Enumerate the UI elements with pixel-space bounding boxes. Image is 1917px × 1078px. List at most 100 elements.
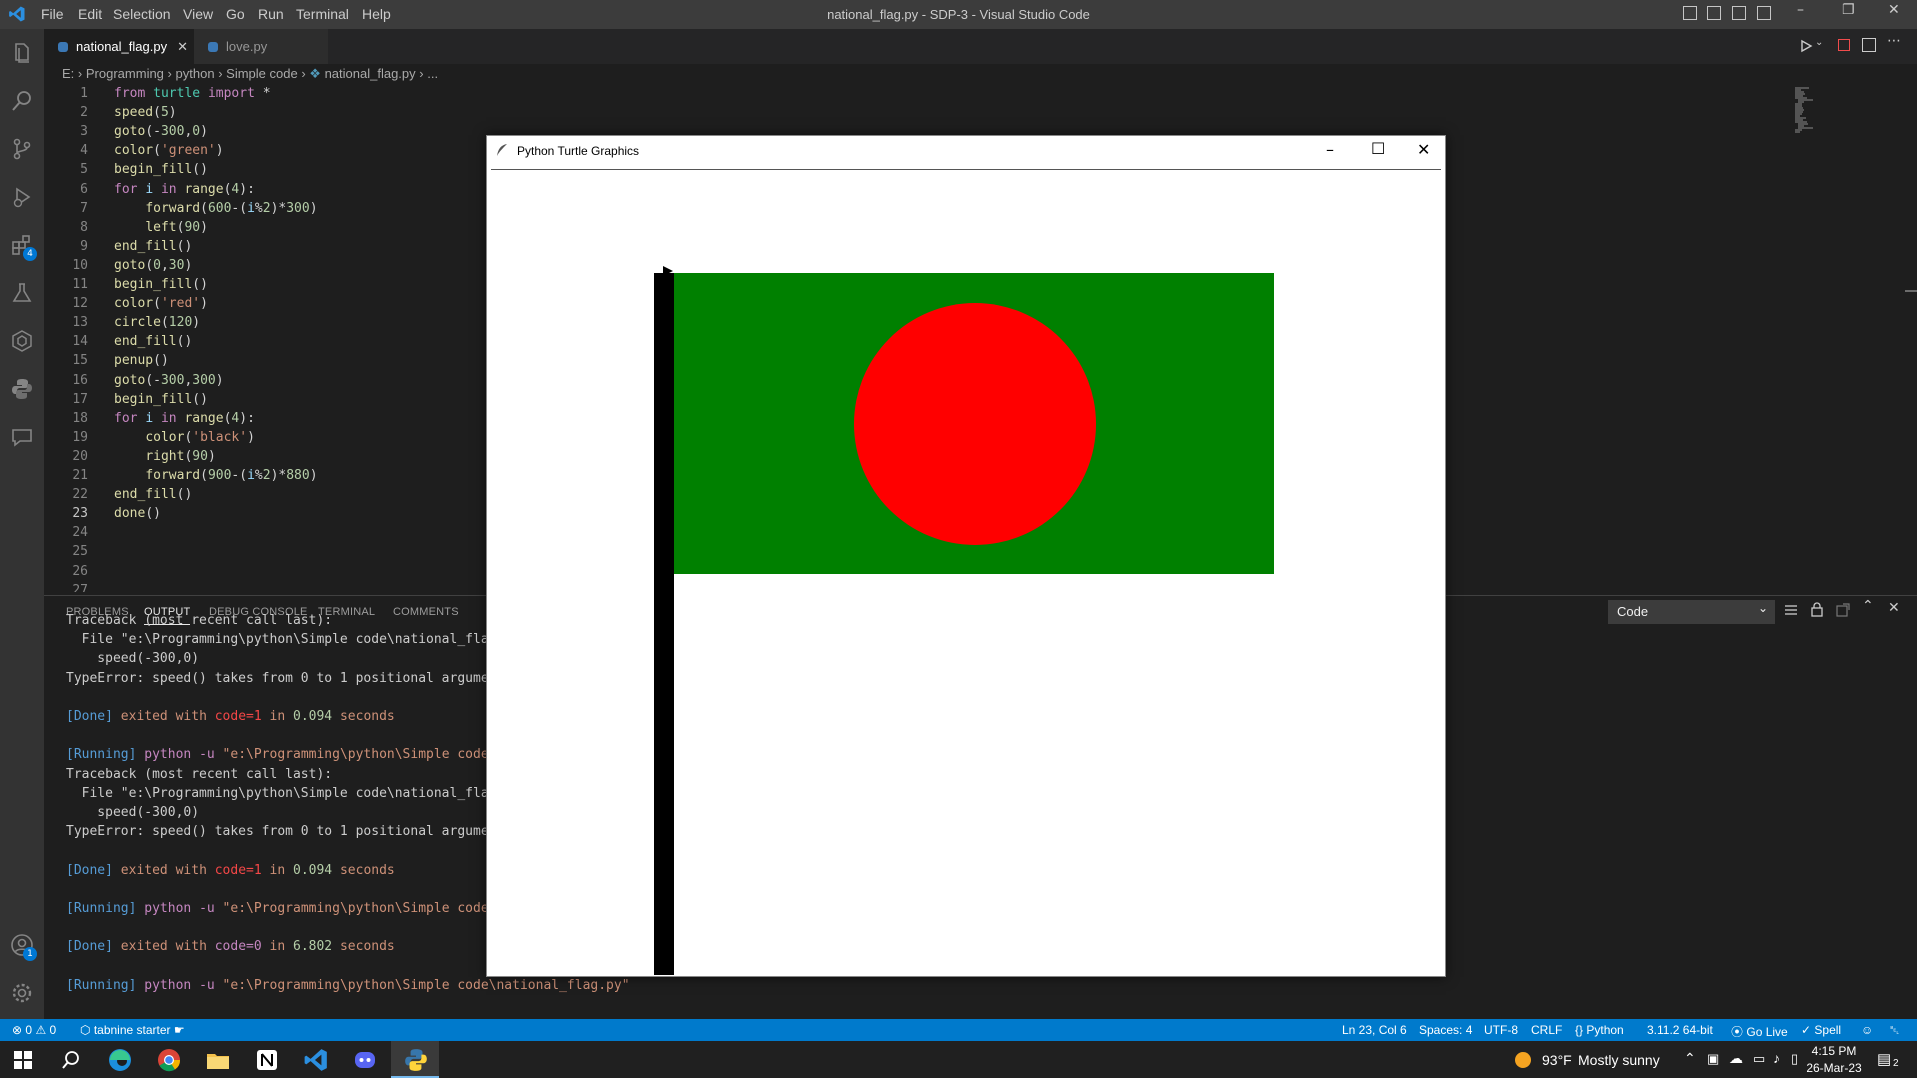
run-dropdown-icon[interactable]: ⌄ xyxy=(1815,37,1823,48)
turtle-graphics-window[interactable]: Python Turtle Graphics – ☐ ✕ xyxy=(486,135,1446,977)
breadcrumb-python[interactable]: python xyxy=(176,66,215,81)
tab-national-flag[interactable]: national_flag.py ✕ xyxy=(44,29,208,64)
code-line[interactable]: color('red') xyxy=(114,296,208,311)
output-line[interactable]: [Done] exited with code=0 in 6.802 secon… xyxy=(66,939,395,954)
toggle-secondary-sidebar-icon[interactable] xyxy=(1732,6,1746,20)
clock-date[interactable]: 26-Mar-23 xyxy=(1804,1061,1864,1075)
more-actions-icon[interactable]: ⋯ xyxy=(1887,33,1901,49)
restore-icon[interactable]: ❐ xyxy=(1842,2,1855,18)
output-line[interactable]: File "e:\Programming\python\Simple code\… xyxy=(66,632,497,647)
windows-start-icon[interactable] xyxy=(10,1047,36,1073)
tab-love[interactable]: love.py xyxy=(194,29,328,64)
settings-icon[interactable] xyxy=(10,981,34,1005)
customize-layout-icon[interactable] xyxy=(1757,6,1771,20)
spell-check[interactable]: ✓ Spell xyxy=(1801,1023,1841,1037)
code-line[interactable]: penup() xyxy=(114,353,169,368)
breadcrumb-file[interactable]: national_flag.py xyxy=(325,66,416,81)
code-line[interactable]: forward(600-(i%2)*300) xyxy=(114,201,317,216)
code-line[interactable]: for i in range(4): xyxy=(114,182,255,197)
network-icon[interactable]: ▭ xyxy=(1753,1051,1765,1067)
weather-sunny-icon[interactable] xyxy=(1512,1050,1534,1070)
output-line[interactable]: Traceback (most recent call last): xyxy=(66,613,332,628)
panel-tab-comments[interactable]: COMMENTS xyxy=(393,606,459,618)
edge-icon[interactable] xyxy=(107,1047,133,1073)
breadcrumb-drive[interactable]: E: xyxy=(62,66,74,81)
close-icon[interactable]: ✕ xyxy=(1888,2,1900,18)
clock-time[interactable]: 4:15 PM xyxy=(1804,1044,1864,1058)
problems-status[interactable]: ⊗ 0 ⚠ 0 xyxy=(12,1023,56,1037)
run-file-icon[interactable] xyxy=(1799,39,1813,53)
turtle-minimize-icon[interactable]: – xyxy=(1326,140,1334,159)
split-editor-icon[interactable] xyxy=(1862,38,1876,52)
breadcrumb-symbol[interactable]: ... xyxy=(427,66,438,81)
output-line[interactable]: [Running] python -u "e:\Programming\pyth… xyxy=(66,747,496,762)
code-line[interactable]: begin_fill() xyxy=(114,392,208,407)
output-line[interactable]: [Done] exited with code=1 in 0.094 secon… xyxy=(66,863,395,878)
output-line[interactable]: TypeError: speed() takes from 0 to 1 pos… xyxy=(66,671,496,686)
output-line[interactable]: TypeError: speed() takes from 0 to 1 pos… xyxy=(66,824,496,839)
output-line[interactable]: speed(-300,0) xyxy=(66,651,199,666)
notion-icon[interactable] xyxy=(254,1047,280,1073)
maximize-panel-icon[interactable]: ⌃ xyxy=(1862,598,1874,614)
battery-icon[interactable]: ▯ xyxy=(1791,1051,1798,1067)
volume-icon[interactable]: ♪ xyxy=(1773,1050,1780,1066)
output-line[interactable]: [Running] python -u "e:\Programming\pyth… xyxy=(66,901,496,916)
code-line[interactable]: for i in range(4): xyxy=(114,411,255,426)
notifications-bell-icon[interactable]: ␇ xyxy=(1890,1023,1900,1038)
turtle-close-icon[interactable]: ✕ xyxy=(1417,140,1430,159)
taskbar-search-icon[interactable] xyxy=(58,1047,84,1073)
code-line[interactable]: forward(900-(i%2)*880) xyxy=(114,468,317,483)
code-line[interactable]: right(90) xyxy=(114,449,215,464)
explorer-icon[interactable] xyxy=(10,41,34,65)
python-icon[interactable] xyxy=(403,1047,429,1073)
weather-text[interactable]: Mostly sunny xyxy=(1578,1052,1660,1068)
output-line[interactable]: Traceback (most recent call last): xyxy=(66,767,332,782)
code-line[interactable]: from turtle import * xyxy=(114,86,271,101)
code-line[interactable]: goto(-300,0) xyxy=(114,124,208,139)
output-line[interactable]: File "e:\Programming\python\Simple code\… xyxy=(66,786,497,801)
remote-icon[interactable] xyxy=(10,329,34,353)
code-line[interactable]: end_fill() xyxy=(114,487,192,502)
chrome-icon[interactable] xyxy=(156,1047,182,1073)
tabnine-status[interactable]: ⬡ tabnine starter ☛ xyxy=(80,1023,185,1037)
file-explorer-icon[interactable] xyxy=(205,1047,231,1073)
output-line[interactable]: [Running] python -u "e:\Programming\pyth… xyxy=(66,978,630,993)
open-output-editor-icon[interactable] xyxy=(1836,603,1850,617)
notification-center-icon[interactable]: ▤ xyxy=(1877,1050,1891,1068)
tray-app-icon[interactable]: ▣ xyxy=(1707,1051,1719,1067)
minimize-icon[interactable]: – xyxy=(1797,2,1804,18)
code-line[interactable]: done() xyxy=(114,506,161,521)
tab-close-icon[interactable]: ✕ xyxy=(177,39,188,55)
output-line[interactable]: [Done] exited with code=1 in 0.094 secon… xyxy=(66,709,395,724)
breadcrumb-programming[interactable]: Programming xyxy=(86,66,164,81)
minimap[interactable] xyxy=(1795,86,1825,136)
feedback-icon[interactable]: ☺ xyxy=(1861,1023,1873,1037)
testing-icon[interactable] xyxy=(10,281,34,305)
encoding[interactable]: UTF-8 xyxy=(1484,1023,1518,1037)
tray-chevron-up-icon[interactable]: ⌃ xyxy=(1684,1050,1696,1067)
code-line[interactable]: end_fill() xyxy=(114,334,192,349)
toggle-panel-icon[interactable] xyxy=(1707,6,1721,20)
weather-temp[interactable]: 93°F xyxy=(1542,1052,1572,1068)
indentation[interactable]: Spaces: 4 xyxy=(1419,1023,1472,1037)
comments-icon[interactable] xyxy=(10,425,34,449)
python-interpreter[interactable]: 3.11.2 64-bit xyxy=(1647,1023,1713,1037)
output-channel-select[interactable]: Code ⌄ xyxy=(1608,600,1775,624)
code-line[interactable]: color('green') xyxy=(114,143,224,158)
close-panel-icon[interactable]: ✕ xyxy=(1888,600,1900,616)
clear-output-icon[interactable] xyxy=(1784,603,1798,617)
code-line[interactable]: speed(5) xyxy=(114,105,177,120)
vscode-icon[interactable] xyxy=(303,1047,329,1073)
discord-icon[interactable] xyxy=(352,1047,378,1073)
code-line[interactable]: left(90) xyxy=(114,220,208,235)
lock-scroll-icon[interactable] xyxy=(1810,602,1824,617)
go-live[interactable]: ⦿ Go Live xyxy=(1731,1023,1788,1040)
turtle-window-titlebar[interactable]: Python Turtle Graphics – ☐ ✕ xyxy=(487,136,1445,166)
breadcrumb-simple-code[interactable]: Simple code xyxy=(226,66,298,81)
turtle-maximize-icon[interactable]: ☐ xyxy=(1371,139,1385,158)
code-line[interactable]: end_fill() xyxy=(114,239,192,254)
cursor-position[interactable]: Ln 23, Col 6 xyxy=(1342,1023,1407,1037)
python-icon[interactable] xyxy=(10,377,34,401)
onedrive-icon[interactable]: ☁ xyxy=(1729,1050,1743,1067)
code-line[interactable]: circle(120) xyxy=(114,315,200,330)
